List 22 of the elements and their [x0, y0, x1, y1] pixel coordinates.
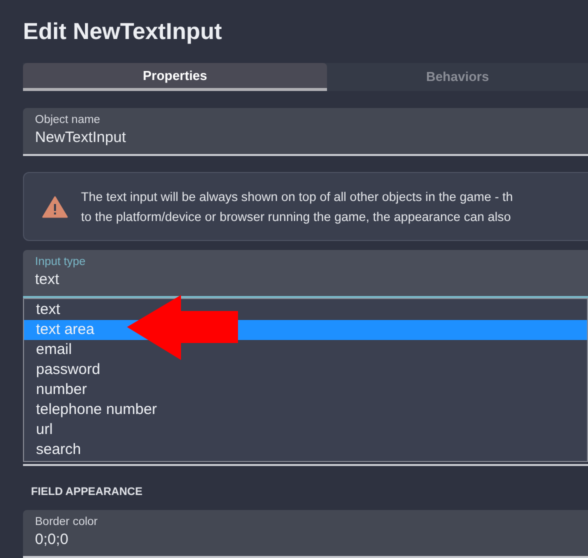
warning-text: The text input will be always shown on top of all other objects in the game - th	[81, 188, 513, 206]
field-value: text	[35, 270, 60, 290]
text-field[interactable]: Border color 0;0;0	[23, 510, 588, 558]
field-value: NewTextInput	[35, 128, 126, 148]
select-field[interactable]: Input type text	[23, 250, 588, 298]
dropdown-option[interactable]: email	[24, 340, 587, 360]
warning-icon	[42, 196, 68, 218]
dropdown-option[interactable]: text	[24, 300, 587, 320]
dialog-title: Edit NewTextInput	[23, 17, 223, 46]
field-label: Object name	[35, 113, 100, 127]
field-label: Input type	[35, 255, 86, 269]
section-heading: FIELD APPEARANCE	[31, 485, 142, 500]
warning-text: to the platform/device or browser running the game, the appearance can also	[81, 208, 511, 226]
dropdown-option[interactable]: number	[24, 380, 587, 400]
field-label: Border color	[35, 515, 98, 529]
tab[interactable]: Properties	[23, 63, 327, 91]
text-field[interactable]: Object name NewTextInput	[23, 108, 588, 156]
dropdown-option[interactable]: password	[24, 360, 587, 380]
dropdown-option[interactable]: url	[24, 420, 587, 440]
dropdown-option[interactable]: telephone number	[24, 400, 587, 420]
dropdown-option[interactable]: search	[24, 440, 587, 460]
field-value: 0;0;0	[35, 530, 68, 550]
